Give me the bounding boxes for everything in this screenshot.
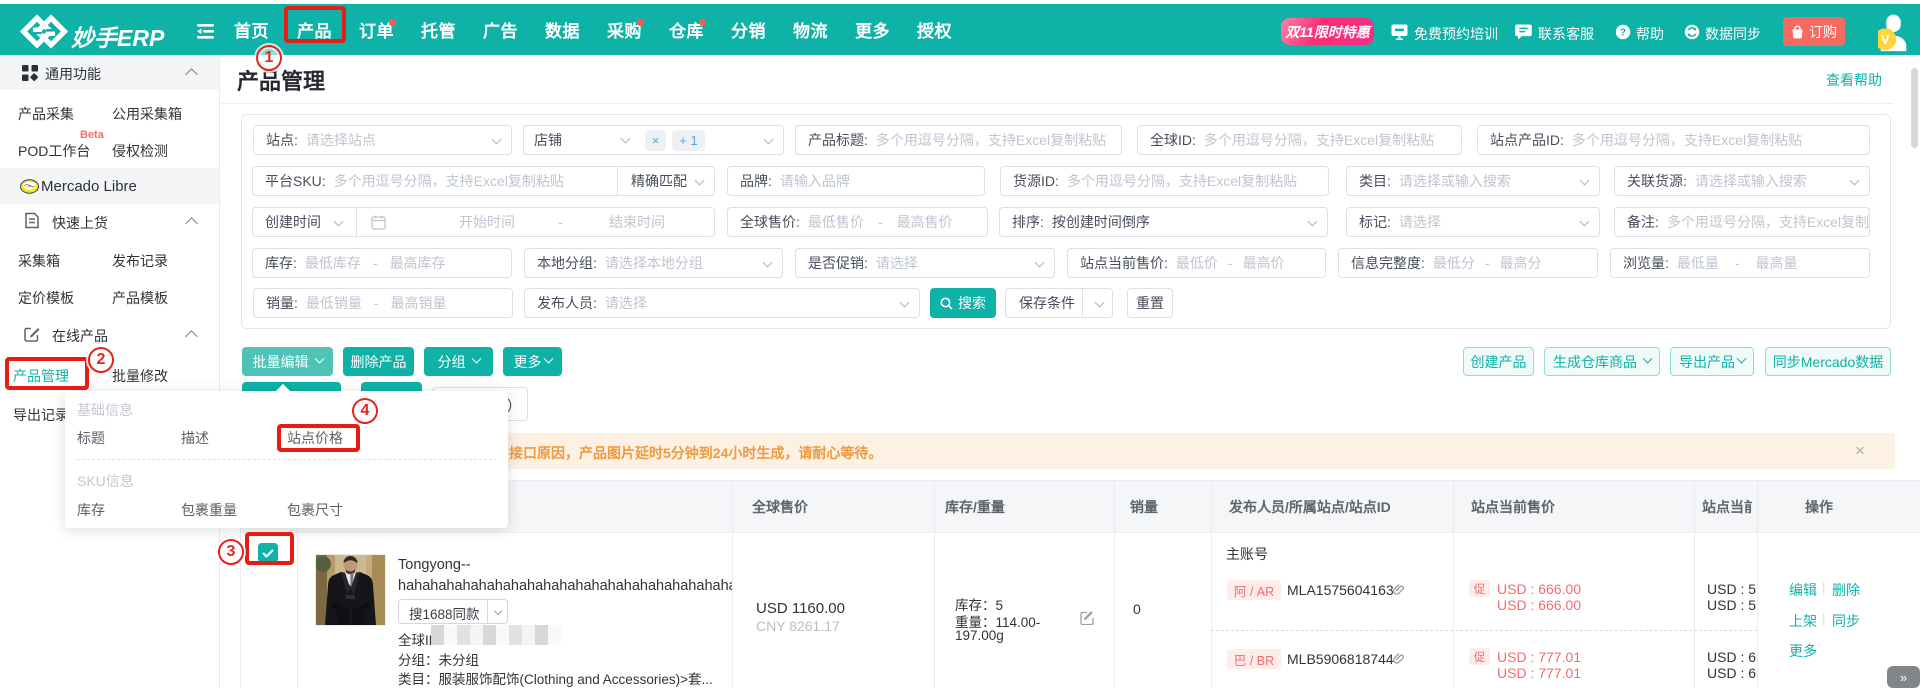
- svg-text:V: V: [1881, 32, 1890, 47]
- svg-text:?: ?: [1620, 27, 1626, 39]
